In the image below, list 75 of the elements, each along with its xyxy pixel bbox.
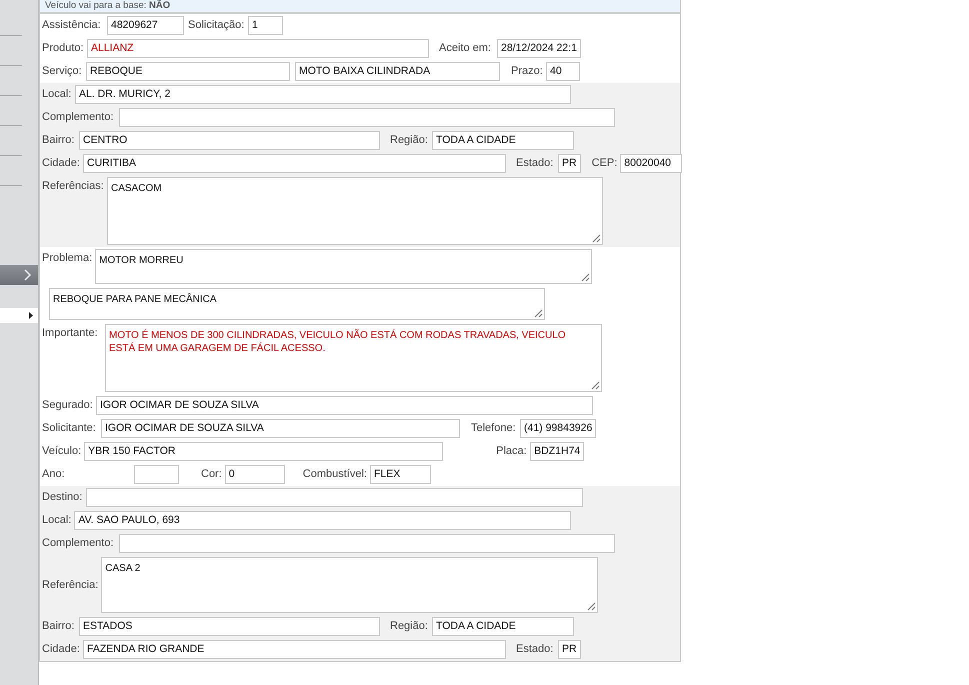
text-area[interactable]: REBOQUE PARA PANE MECÂNICA xyxy=(49,288,545,320)
text-field[interactable]: 0 xyxy=(224,465,285,484)
field-label: Solicitante: xyxy=(42,421,97,436)
text-area[interactable]: CASA 2 xyxy=(101,557,598,613)
text-field[interactable]: PR xyxy=(558,154,581,173)
text-field[interactable]: 48209627 xyxy=(107,16,184,35)
text-field[interactable]: AL. DR. MURICY, 2 xyxy=(75,85,571,104)
text-field[interactable]: ESTADOS xyxy=(79,617,380,636)
field-label: Solicitação: xyxy=(188,18,245,33)
text-area[interactable]: CASACOM xyxy=(107,177,603,245)
text-field[interactable]: MOTO BAIXA CILINDRADA xyxy=(295,62,500,81)
field-label: Bairro: xyxy=(42,619,76,634)
caret-right-icon xyxy=(29,312,33,319)
field-label: Região: xyxy=(390,133,429,148)
text-field[interactable]: IGOR OCIMAR DE SOUZA SILVA xyxy=(101,419,460,438)
text-field[interactable] xyxy=(119,534,615,553)
menu-row[interactable] xyxy=(0,308,38,323)
text-field[interactable]: AV. SAO PAULO, 693 xyxy=(74,511,572,530)
field-label: Estado: xyxy=(516,156,554,171)
field-label: Telefone: xyxy=(471,421,517,436)
text-area[interactable]: MOTO É MENOS DE 300 CILINDRADAS, VEICULO NÃO ESTÁ COM RODAS TRAVADAS, VEICULO ESTÁ EM UMA GARAGEM DE FÁCIL ACESSO. xyxy=(105,324,602,392)
field-label: Aceito em: xyxy=(439,41,492,56)
resize-grip-icon[interactable] xyxy=(587,602,596,611)
field-label: Local: xyxy=(42,87,72,102)
field-label: Serviço: xyxy=(42,64,83,79)
field-label: Ano: xyxy=(42,467,66,482)
field-label: Produto: xyxy=(42,41,84,56)
field-label: Combustível: xyxy=(302,467,367,482)
field-label: Importante: xyxy=(42,326,99,341)
text-field[interactable]: YBR 150 FACTOR xyxy=(84,442,444,461)
field-label: Região: xyxy=(390,619,429,634)
field-label: Referências: xyxy=(42,179,104,194)
text-field[interactable] xyxy=(86,488,583,507)
field-label: Destino: xyxy=(42,490,83,505)
field-label: CEP: xyxy=(592,156,618,171)
text-field[interactable]: FLEX xyxy=(370,465,431,484)
text-field[interactable]: TODA A CIDADE xyxy=(432,131,574,150)
text-field[interactable] xyxy=(134,465,179,484)
field-label: Assistência: xyxy=(42,18,102,33)
text-field[interactable]: PR xyxy=(558,640,581,659)
text-field[interactable]: REBOQUE xyxy=(86,62,290,81)
field-label: Veículo: xyxy=(42,444,82,459)
text-field[interactable]: ALLIANZ xyxy=(87,39,429,58)
text-field[interactable]: 1 xyxy=(248,16,283,35)
text-field[interactable]: (41) 99843926 xyxy=(520,419,596,438)
text-field[interactable]: IGOR OCIMAR DE SOUZA SILVA xyxy=(96,396,593,415)
text-area[interactable]: MOTOR MORREU xyxy=(95,249,592,284)
text-field[interactable]: FAZENDA RIO GRANDE xyxy=(83,640,506,659)
field-label: Cidade: xyxy=(42,642,80,657)
resize-grip-icon[interactable] xyxy=(534,309,543,318)
chevron-right-icon xyxy=(24,269,32,281)
text-field[interactable]: 80020040 xyxy=(620,154,682,173)
field-label: Complemento: xyxy=(42,110,115,125)
field-label: Problema: xyxy=(42,251,92,266)
field-label: Estado: xyxy=(516,642,554,657)
field-label: Referência: xyxy=(42,578,98,592)
field-label: Placa: xyxy=(496,444,528,459)
text-field[interactable]: TODA A CIDADE xyxy=(432,617,574,636)
resize-grip-icon[interactable] xyxy=(581,273,590,282)
field-label: Prazo: xyxy=(511,64,543,79)
expand-button[interactable] xyxy=(0,265,38,285)
text-field[interactable]: BDZ1H74 xyxy=(530,442,584,461)
resize-grip-icon[interactable] xyxy=(592,234,601,243)
text-field[interactable]: CENTRO xyxy=(79,131,380,150)
field-label: Local: xyxy=(42,513,72,528)
text-field[interactable]: CURITIBA xyxy=(83,154,506,173)
field-label: Cidade: xyxy=(42,156,80,171)
field-label: Complemento: xyxy=(42,536,115,551)
text-field[interactable] xyxy=(119,108,615,127)
field-label: Bairro: xyxy=(42,133,76,148)
text-field[interactable]: 40 xyxy=(546,62,580,81)
resize-grip-icon[interactable] xyxy=(591,381,600,390)
text-field[interactable]: 28/12/2024 22:1 xyxy=(497,39,581,58)
field-label: Cor: xyxy=(201,467,222,482)
field-label: Segurado: xyxy=(42,398,93,413)
